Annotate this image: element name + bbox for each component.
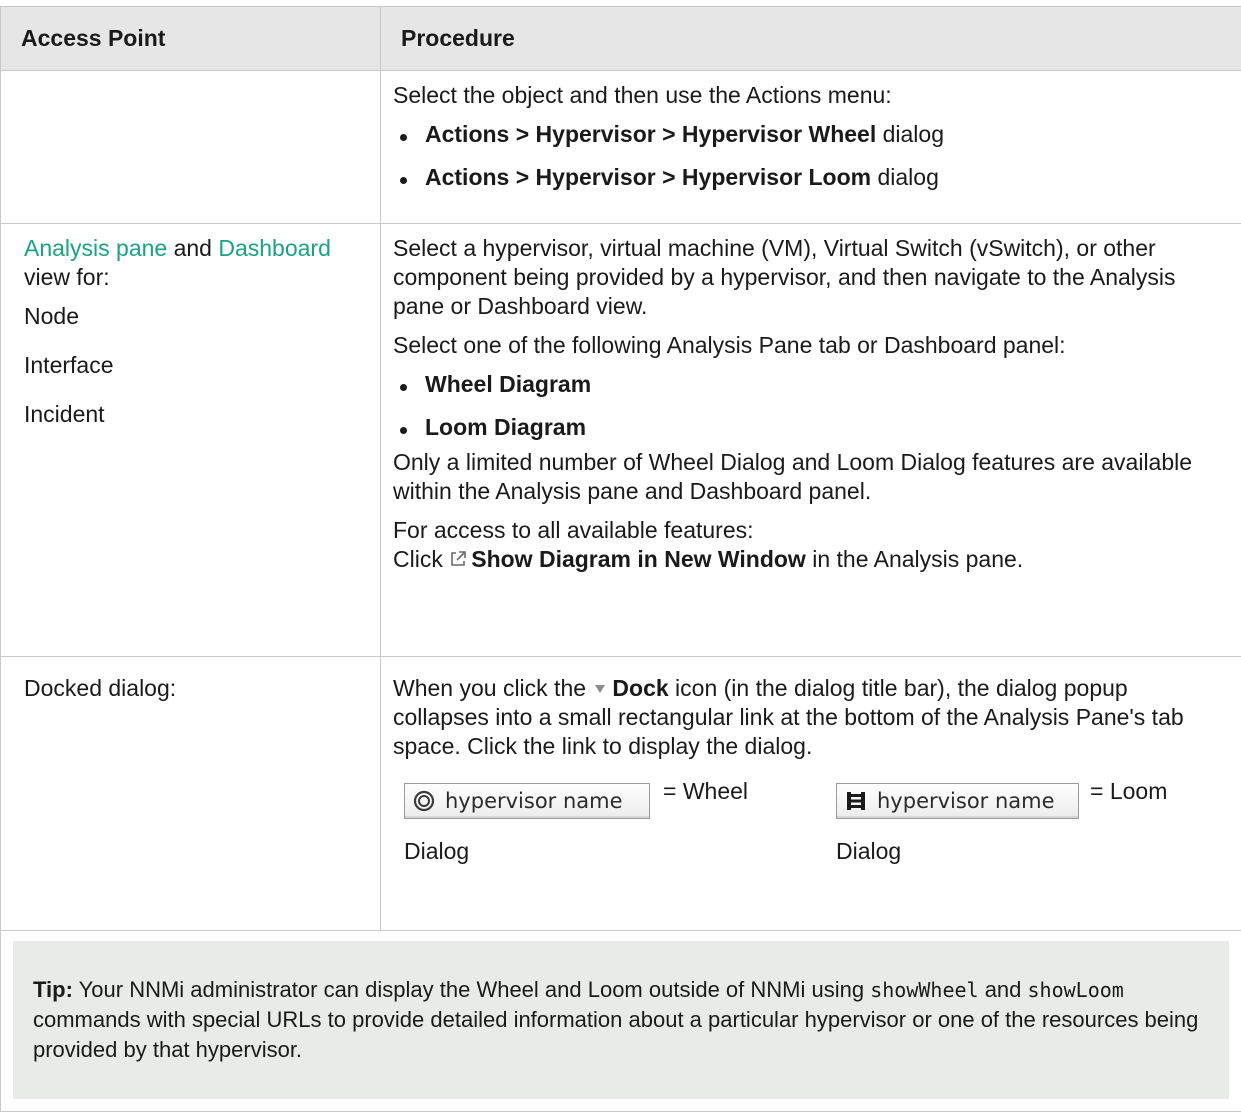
table-header-row: Access Point Procedure — [1, 7, 1241, 71]
document-page: Access Point Procedure Select the object… — [0, 0, 1241, 1089]
access-cell: Docked dialog: — [1, 657, 381, 931]
access-cell: Analysis pane and Dashboard view for: No… — [1, 224, 381, 657]
access-cell-empty — [1, 71, 381, 224]
click-suffix: in the Analysis pane. — [806, 546, 1023, 572]
wheel-equals-label: = Wheel — [663, 777, 748, 806]
show-wheel-command: showWheel — [870, 978, 978, 1002]
bullet-icon — [400, 427, 407, 434]
procedure-para-4: For access to all available features: — [393, 516, 1229, 545]
procedure-para-1: Select a hypervisor, virtual machine (VM… — [393, 234, 1229, 321]
show-loom-command: showLoom — [1028, 978, 1124, 1002]
dashboard-link[interactable]: Dashboard — [218, 235, 331, 261]
list-item-suffix: dialog — [871, 164, 939, 190]
docked-dialog-examples: hypervisor name = Wheel Dialog hyperviso… — [393, 775, 1229, 885]
bullet-icon — [400, 177, 407, 184]
access-item-incident: Incident — [24, 400, 368, 429]
list-item: Loom Diagram — [393, 413, 1229, 442]
wheel-icon — [413, 790, 435, 812]
menu-path: Actions > Hypervisor > Hypervisor Loom — [425, 164, 871, 190]
tip-box: Tip: Your NNMi administrator can display… — [13, 941, 1229, 1099]
tip-text: commands with special URLs to provide de… — [33, 1007, 1198, 1062]
tip-row: Tip: Your NNMi administrator can display… — [1, 931, 1241, 1112]
access-item-interface: Interface — [24, 351, 368, 380]
loom-dialog-link[interactable]: hypervisor name — [836, 783, 1079, 819]
tip-text: Your NNMi administrator can display the … — [73, 977, 870, 1002]
procedure-intro: Select the object and then use the Actio… — [393, 81, 1229, 110]
access-point-table: Access Point Procedure Select the object… — [0, 6, 1241, 1112]
actions-list: Actions > Hypervisor > Hypervisor Wheel … — [393, 120, 1229, 192]
show-diagram-label: Show Diagram in New Window — [471, 546, 806, 572]
dock-label: Dock — [612, 675, 668, 701]
wheel-caption: Dialog — [404, 837, 469, 866]
table-row: Docked dialog: When you click the Dock i… — [1, 657, 1241, 931]
procedure-para-2: Select one of the following Analysis Pan… — [393, 331, 1229, 360]
access-item-node: Node — [24, 302, 368, 331]
header-procedure: Procedure — [381, 7, 1241, 71]
tip-label: Tip: — [33, 977, 73, 1002]
procedure-para-3: Only a limited number of Wheel Dialog an… — [393, 448, 1229, 506]
access-tail: view for: — [24, 264, 110, 290]
list-item-suffix: dialog — [876, 121, 944, 147]
access-and: and — [167, 235, 218, 261]
procedure-cell: When you click the Dock icon (in the dia… — [381, 657, 1241, 931]
tip-text: and — [979, 977, 1028, 1002]
analysis-pane-link[interactable]: Analysis pane — [24, 235, 167, 261]
menu-path: Actions > Hypervisor > Hypervisor Wheel — [425, 121, 876, 147]
loom-equals-label: = Loom — [1090, 777, 1167, 806]
wheel-chip-label: hypervisor name — [445, 787, 623, 816]
table-row: Select the object and then use the Actio… — [1, 71, 1241, 224]
dock-triangle-icon — [594, 683, 606, 695]
wheel-diagram-label: Wheel Diagram — [425, 371, 591, 397]
list-item: Wheel Diagram — [393, 370, 1229, 399]
header-access-point: Access Point — [1, 7, 381, 71]
procedure-cell: Select the object and then use the Actio… — [381, 71, 1241, 224]
access-description: Analysis pane and Dashboard view for: — [24, 234, 368, 292]
bullet-icon — [400, 384, 407, 391]
dock-description: When you click the Dock icon (in the dia… — [393, 674, 1229, 761]
dock-intro-prefix: When you click the — [393, 675, 592, 701]
diagram-list: Wheel Diagram Loom Diagram — [393, 370, 1229, 442]
loom-caption: Dialog — [836, 837, 901, 866]
wheel-dialog-link[interactable]: hypervisor name — [404, 783, 650, 819]
loom-icon — [845, 790, 867, 812]
tip-cell: Tip: Your NNMi administrator can display… — [1, 931, 1241, 1112]
procedure-cell: Select a hypervisor, virtual machine (VM… — [381, 224, 1241, 657]
loom-diagram-label: Loom Diagram — [425, 414, 586, 440]
list-item: Actions > Hypervisor > Hypervisor Wheel … — [393, 120, 1229, 149]
loom-chip-label: hypervisor name — [877, 787, 1055, 816]
table-row: Analysis pane and Dashboard view for: No… — [1, 224, 1241, 657]
list-item: Actions > Hypervisor > Hypervisor Loom d… — [393, 163, 1229, 192]
bullet-icon — [400, 134, 407, 141]
click-prefix: Click — [393, 546, 449, 572]
external-window-icon — [449, 550, 467, 568]
show-diagram-instruction: Click Show Diagram in New Window in the … — [393, 545, 1229, 574]
